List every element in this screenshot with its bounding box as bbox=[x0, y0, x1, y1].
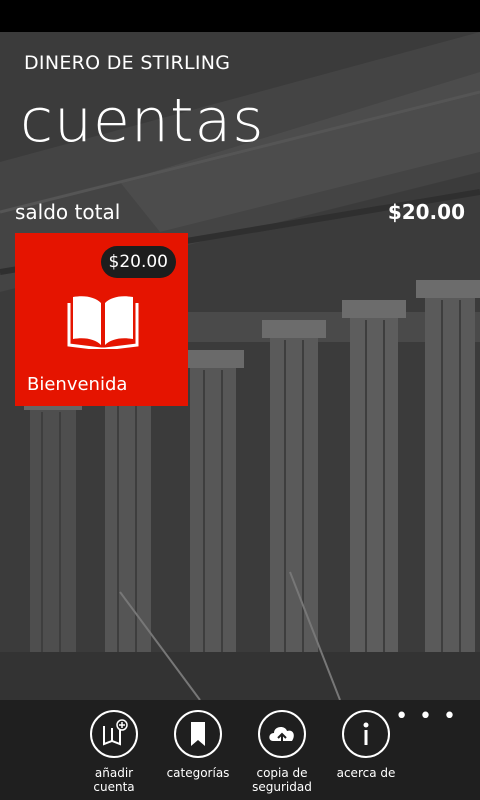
account-balance-badge: $20.00 bbox=[100, 246, 176, 278]
account-tile[interactable]: $20.00 Bienvenida bbox=[15, 233, 188, 406]
backup-button[interactable]: copia de seguridad bbox=[240, 710, 324, 794]
info-icon bbox=[342, 710, 390, 758]
add-account-button[interactable]: añadir cuenta bbox=[72, 710, 156, 794]
application-bar: añadir cuenta categorías copia de seguri… bbox=[0, 700, 480, 800]
categories-label: categorías bbox=[166, 766, 230, 780]
total-balance-label: saldo total bbox=[15, 200, 121, 224]
about-label: acerca de bbox=[336, 766, 396, 780]
page-title: cuentas bbox=[20, 86, 265, 156]
categories-button[interactable]: categorías bbox=[156, 710, 240, 780]
cloud-upload-icon bbox=[258, 710, 306, 758]
add-account-icon bbox=[90, 710, 138, 758]
book-icon bbox=[67, 293, 139, 353]
status-bar bbox=[0, 0, 480, 32]
bookmark-icon bbox=[174, 710, 222, 758]
app-title: DINERO DE STIRLING bbox=[24, 52, 231, 74]
more-options-button[interactable]: • • • bbox=[395, 704, 458, 729]
total-balance-value: $20.00 bbox=[387, 200, 465, 224]
account-name: Bienvenida bbox=[27, 374, 128, 395]
backup-label: copia de seguridad bbox=[252, 766, 312, 794]
add-account-label: añadir cuenta bbox=[93, 766, 135, 794]
